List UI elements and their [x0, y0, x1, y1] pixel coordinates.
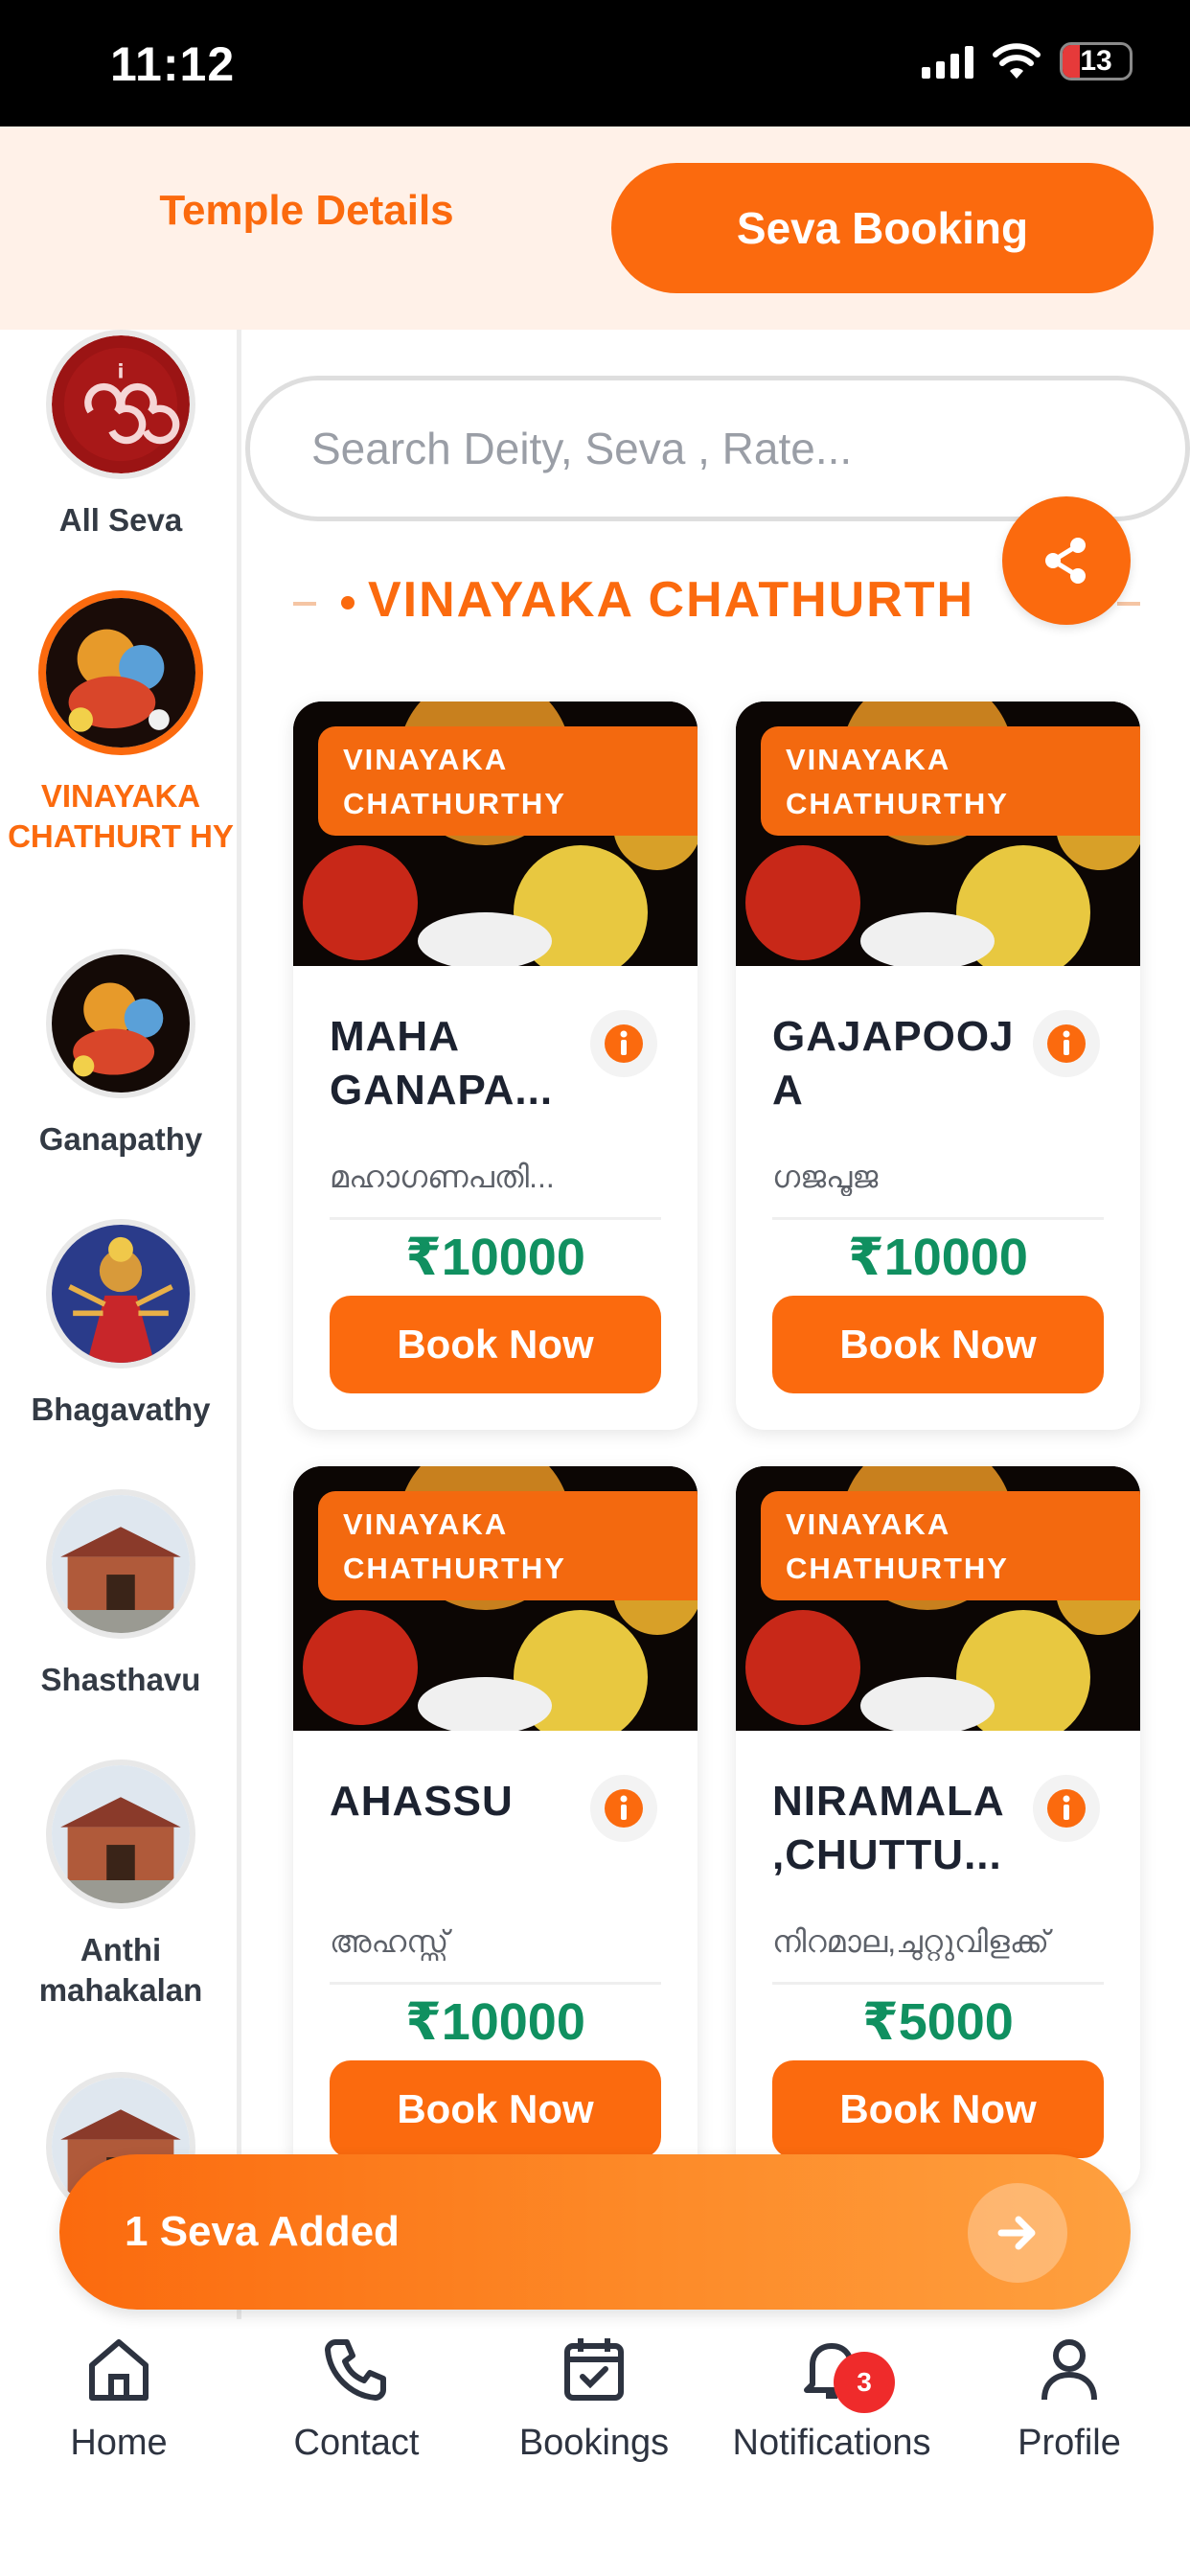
status-bar: 11:12 13 [0, 0, 1190, 126]
section-title: VINAYAKA CHATHURTH [368, 572, 975, 628]
nav-label: Notifications [732, 2423, 931, 2463]
sidebar-item-bhagavathy[interactable]: Bhagavathy [0, 1219, 237, 1430]
seva-price: ₹10000 [848, 1229, 1028, 1286]
top-tabs: Temple Details Seva Booking [0, 126, 1190, 330]
wifi-icon [993, 43, 1041, 79]
nav-label: Profile [1018, 2423, 1121, 2463]
seva-subtitle: മഹാഗണപതി... [330, 1160, 555, 1194]
seva-subtitle: അഹസ്സ് [330, 1924, 449, 1959]
vinayaka-image-icon [38, 590, 203, 755]
seva-category-tag: VINAYAKA CHATHURTHY [318, 726, 698, 836]
seva-category-tag: VINAYAKA CHATHURTHY [761, 726, 1140, 836]
share-button[interactable] [1002, 496, 1131, 625]
home-icon [79, 2329, 159, 2409]
status-time: 11:12 [110, 37, 236, 91]
sidebar-item-label: Anthi mahakalan [38, 1932, 203, 2008]
seva-price: ₹10000 [405, 1993, 585, 2051]
info-button[interactable] [1033, 1775, 1100, 1842]
nav-bookings[interactable]: Bookings [475, 2329, 713, 2464]
seva-card: VINAYAKA CHATHURTHY NIRAMALA ,CHUTTU... … [736, 1466, 1140, 2195]
seva-title: NIRAMALA ,CHUTTU... [772, 1778, 1003, 1878]
seva-price: ₹5000 [862, 1993, 1014, 2051]
seva-subtitle: ഗജപൂജ [772, 1160, 879, 1194]
tab-temple-details[interactable]: Temple Details [77, 163, 537, 259]
info-button[interactable] [590, 1010, 657, 1077]
nav-home[interactable]: Home [0, 2329, 238, 2464]
info-icon [1047, 1789, 1086, 1828]
seva-price: ₹10000 [405, 1229, 585, 1286]
seva-subtitle: നിറമാല,ചുറ്റുവിളക്ക് [772, 1924, 1049, 1959]
temple-image-icon [46, 1489, 195, 1639]
battery-level: 13 [1080, 45, 1112, 77]
info-icon [605, 1789, 643, 1828]
all-seva-logo-icon: i [46, 330, 195, 479]
status-icons: 13 [922, 42, 1133, 80]
deity-sidebar: i All Seva VINAYAKA CHATHURT HY Ganapath… [0, 330, 241, 2319]
svg-text:i: i [118, 359, 125, 382]
book-now-button[interactable]: Book Now [330, 1296, 661, 1393]
proceed-button[interactable] [968, 2183, 1067, 2283]
seva-added-label: 1 Seva Added [125, 2208, 400, 2255]
sidebar-item-vinayaka-chathurthy[interactable]: VINAYAKA CHATHURT HY [0, 590, 237, 857]
sidebar-item-label: Shasthavu [40, 1662, 201, 1697]
seva-title: AHASSU [330, 1778, 514, 1825]
nav-label: Home [70, 2423, 168, 2463]
divider [772, 1217, 1104, 1220]
ganapathy-image-icon [46, 949, 195, 1098]
seva-category-tag: VINAYAKA CHATHURTHY [318, 1491, 698, 1600]
sidebar-item-label: Ganapathy [38, 1121, 203, 1157]
nav-label: Contact [293, 2423, 420, 2463]
sidebar-item-label: All Seva [58, 502, 183, 538]
nav-contact[interactable]: Contact [238, 2329, 475, 2464]
phone-icon [316, 2329, 397, 2409]
sidebar-item-ganapathy[interactable]: Ganapathy [0, 949, 237, 1160]
notification-badge: 3 [834, 2352, 895, 2413]
sidebar-item-shasthavu[interactable]: Shasthavu [0, 1489, 237, 1700]
bullet-dot [341, 596, 355, 610]
bhagavathy-image-icon [46, 1219, 195, 1368]
nav-label: Bookings [518, 2423, 670, 2463]
divider [330, 1217, 661, 1220]
seva-title: MAHA GANAPA... [330, 1013, 554, 1114]
sidebar-item-label: VINAYAKA CHATHURT HY [8, 778, 234, 854]
divider [330, 1982, 661, 1985]
calendar-check-icon [554, 2329, 634, 2409]
info-button[interactable] [1033, 1010, 1100, 1077]
book-now-button[interactable]: Book Now [772, 2060, 1104, 2158]
seva-title: GAJAPOOJ A [772, 1013, 1015, 1114]
bell-icon: 3 [791, 2329, 895, 2413]
info-icon [1047, 1024, 1086, 1063]
book-now-button[interactable]: Book Now [330, 2060, 661, 2158]
seva-card: VINAYAKA CHATHURTHY GAJAPOOJ A ഗജപൂജ ₹10… [736, 702, 1140, 1430]
divider [772, 1982, 1104, 1985]
bottom-nav: Home Contact Bookings 3 Notifications Pr… [0, 2319, 1190, 2576]
nav-profile[interactable]: Profile [950, 2329, 1188, 2464]
seva-category-tag: VINAYAKA CHATHURTHY [761, 1491, 1140, 1600]
sidebar-item-label: Bhagavathy [31, 1392, 211, 1427]
info-button[interactable] [590, 1775, 657, 1842]
share-icon [1045, 538, 1086, 584]
nav-notifications[interactable]: 3 Notifications [713, 2329, 950, 2464]
arrow-right-icon [997, 2216, 1036, 2250]
info-icon [605, 1024, 643, 1063]
temple-image-icon [46, 1760, 195, 1909]
battery-icon: 13 [1060, 42, 1133, 80]
seva-card: VINAYAKA CHATHURTHY AHASSU അഹസ്സ് ₹10000… [293, 1466, 698, 2195]
user-icon [1029, 2329, 1110, 2409]
cellular-signal-icon [922, 44, 973, 79]
search-input[interactable] [311, 423, 1185, 474]
seva-card: VINAYAKA CHATHURTHY MAHA GANAPA... മഹാഗണ… [293, 702, 698, 1430]
seva-added-bar[interactable]: 1 Seva Added [59, 2154, 1131, 2310]
sidebar-item-anthi-mahakalan[interactable]: Anthi mahakalan [0, 1760, 237, 2011]
sidebar-item-all-seva[interactable]: i All Seva [0, 330, 237, 540]
book-now-button[interactable]: Book Now [772, 1296, 1104, 1393]
tab-seva-booking[interactable]: Seva Booking [611, 163, 1154, 293]
